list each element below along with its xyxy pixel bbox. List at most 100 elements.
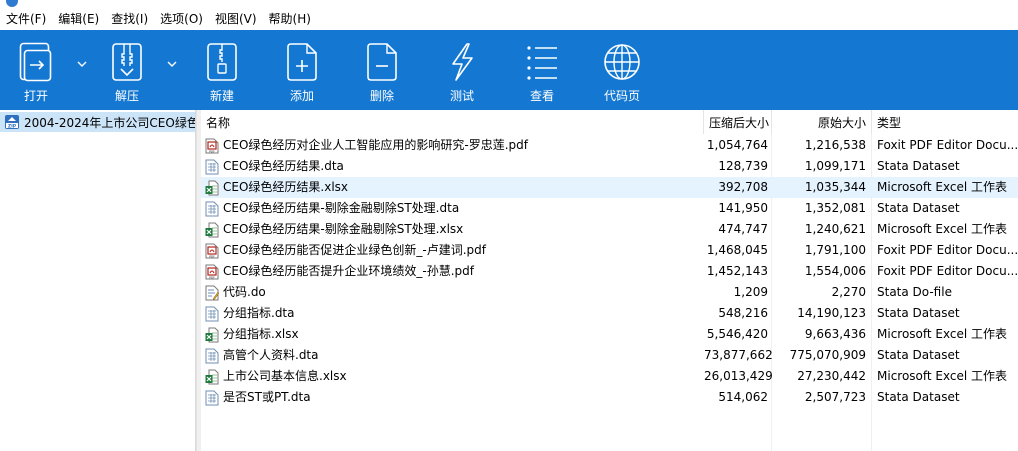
compressed-size-cell: 1,452,143 [706, 264, 768, 278]
file-type-cell: Stata Dataset [877, 201, 960, 215]
extract-dropdown-chevron-icon[interactable] [166, 58, 178, 70]
file-name: 上市公司基本信息.xlsx [223, 369, 347, 383]
compressed-size-cell: 128,739 [718, 159, 768, 173]
view-label: 查看 [529, 89, 554, 103]
title-bar [0, 0, 1018, 8]
svg-text:ZIP: ZIP [8, 123, 17, 129]
file-name: CEO绿色经历结果-剔除金融剔除ST处理.dta [223, 201, 460, 215]
original-size-cell: 775,070,909 [789, 348, 866, 362]
pdf-file-icon: PDF [205, 243, 219, 258]
compressed-size-cell: 548,216 [718, 306, 768, 320]
file-name-cell: CEO绿色经历结果.xlsx [201, 177, 704, 198]
svg-text:PDF: PDF [209, 254, 215, 258]
menu-find[interactable]: 查找(I) [105, 8, 154, 30]
compressed-size-cell: 514,062 [718, 390, 768, 404]
file-row[interactable]: PDF CEO绿色经历能否提升企业环境绩效_-孙慧.pdf 1,452,143 1,5… [201, 261, 1018, 282]
file-row[interactable]: CEO绿色经历结果-剔除金融剔除ST处理.xlsx 474,747 1,240,62… [201, 219, 1018, 240]
pdf-file-icon: PDF [205, 264, 219, 279]
column-header-original-size[interactable]: 原始大小 [772, 110, 872, 134]
original-size-cell: 1,035,344 [804, 180, 866, 194]
file-type-cell: Stata Dataset [877, 348, 960, 362]
column-header-name[interactable]: 名称 ^ [201, 110, 704, 134]
extract-icon [112, 43, 142, 81]
menu-edit[interactable]: 编辑(E) [52, 8, 105, 30]
file-name-cell: 代码.do [201, 282, 704, 303]
file-name-cell: 分组指标.xlsx [201, 324, 704, 345]
codepage-label: 代码页 [603, 89, 640, 103]
file-name-cell: 是否ST或PT.dta [201, 387, 704, 408]
file-name: CEO绿色经历对企业人工智能应用的影响研究-罗忠莲.pdf [223, 138, 529, 152]
original-size-cell: 1,240,621 [804, 222, 866, 236]
file-row[interactable]: 代码.do 1,209 2,270 Stata Do-file [201, 282, 1018, 303]
file-row[interactable]: CEO绿色经历结果.dta 128,739 1,099,171 Stata Datas… [201, 156, 1018, 177]
file-type-cell: Foxit PDF Editor Docu... [877, 138, 1018, 152]
compressed-size-cell: 26,013,429 [704, 369, 772, 383]
test-icon [452, 43, 473, 81]
original-size-cell: 27,230,442 [797, 369, 866, 383]
compressed-size-cell: 141,950 [718, 201, 768, 215]
delete-button[interactable]: 删除 [352, 30, 412, 110]
toolbar: 打开 解压 新建 添加 删除 测试 查看 代码页 [0, 30, 1018, 110]
file-type-cell: Microsoft Excel 工作表 [877, 369, 1008, 383]
column-header-type[interactable]: 类型 [872, 110, 1018, 134]
tree-item-archive[interactable]: ZIP 2004-2024年上市公司CEO绿色 [0, 112, 196, 132]
stata-dataset-icon [205, 390, 219, 405]
column-header-name-label: 名称 [206, 116, 231, 130]
file-name: 高管个人资料.dta [223, 348, 319, 362]
excel-file-icon [205, 222, 219, 237]
file-name-cell: PDF CEO绿色经历对企业人工智能应用的影响研究-罗忠莲.pdf [201, 135, 704, 156]
file-row[interactable]: CEO绿色经历结果.xlsx 392,708 1,035,344 Microsoft … [201, 177, 1018, 198]
stata-dataset-icon [205, 348, 219, 363]
tree-item-label: 2004-2024年上市公司CEO绿色 [24, 115, 196, 130]
view-button[interactable]: 查看 [512, 30, 572, 110]
menu-view[interactable]: 视图(V) [209, 8, 263, 30]
zip-archive-icon: ZIP [5, 115, 19, 129]
excel-file-icon [205, 180, 219, 195]
file-row[interactable]: PDF CEO绿色经历能否促进企业绿色创新_-卢建词.pdf 1,468,045 1,… [201, 240, 1018, 261]
file-row[interactable]: 上市公司基本信息.xlsx 26,013,429 27,230,442 Microso… [201, 366, 1018, 387]
file-name: CEO绿色经历结果-剔除金融剔除ST处理.xlsx [223, 222, 464, 236]
excel-file-icon [205, 327, 219, 342]
file-name: CEO绿色经历结果.dta [223, 159, 344, 173]
file-row[interactable]: 分组指标.dta 548,216 14,190,123 Stata Dataset [201, 303, 1018, 324]
file-type-cell: Foxit PDF Editor Docu... [877, 243, 1018, 257]
menu-bar: 文件(F) 编辑(E) 查找(I) 选项(O) 视图(V) 帮助(H) [0, 8, 1018, 30]
extract-button[interactable]: 解压 [97, 30, 157, 110]
open-dropdown-chevron-icon[interactable] [76, 58, 88, 70]
delete-icon [367, 43, 397, 81]
file-rows: PDF CEO绿色经历对企业人工智能应用的影响研究-罗忠莲.pdf 1,054,76… [201, 135, 1018, 408]
file-row[interactable]: 分组指标.xlsx 5,546,420 9,663,436 Microsoft Exc… [201, 324, 1018, 345]
add-icon [287, 43, 317, 81]
file-type-cell: Stata Do-file [877, 285, 952, 299]
app-icon [6, 0, 18, 7]
menu-file[interactable]: 文件(F) [0, 8, 52, 30]
file-type-cell: Microsoft Excel 工作表 [877, 180, 1008, 194]
file-name-cell: CEO绿色经历结果-剔除金融剔除ST处理.dta [201, 198, 704, 219]
compressed-size-cell: 73,877,662 [704, 348, 772, 362]
stata-dataset-icon [205, 159, 219, 174]
do-file-icon [205, 285, 219, 300]
file-name-cell: 高管个人资料.dta [201, 345, 704, 366]
menu-help[interactable]: 帮助(H) [263, 8, 317, 30]
file-row[interactable]: 高管个人资料.dta 73,877,662 775,070,909 Stata Dat… [201, 345, 1018, 366]
compressed-size-cell: 5,546,420 [706, 327, 768, 341]
folder-tree: ZIP 2004-2024年上市公司CEO绿色 [0, 110, 196, 451]
file-row[interactable]: CEO绿色经历结果-剔除金融剔除ST处理.dta 141,950 1,352,081… [201, 198, 1018, 219]
column-header-compressed-size[interactable]: 压缩后大小 [704, 110, 772, 134]
test-button[interactable]: 测试 [432, 30, 492, 110]
add-button[interactable]: 添加 [272, 30, 332, 110]
original-size-cell: 1,554,006 [804, 264, 866, 278]
stata-dataset-icon [205, 201, 219, 216]
codepage-button[interactable]: 代码页 [592, 30, 652, 110]
original-size-cell: 14,190,123 [797, 306, 866, 320]
new-archive-button[interactable]: 新建 [192, 30, 252, 110]
add-label: 添加 [289, 89, 314, 103]
globe-icon [604, 44, 640, 80]
view-icon [527, 46, 557, 80]
file-name: CEO绿色经历能否提升企业环境绩效_-孙慧.pdf [223, 264, 475, 278]
svg-text:PDF: PDF [209, 149, 215, 153]
file-row[interactable]: PDF CEO绿色经历对企业人工智能应用的影响研究-罗忠莲.pdf 1,054,76… [201, 135, 1018, 156]
menu-options[interactable]: 选项(O) [154, 8, 209, 30]
open-button[interactable]: 打开 [6, 30, 66, 110]
file-row[interactable]: 是否ST或PT.dta 514,062 2,507,723 Stata Dataset [201, 387, 1018, 408]
